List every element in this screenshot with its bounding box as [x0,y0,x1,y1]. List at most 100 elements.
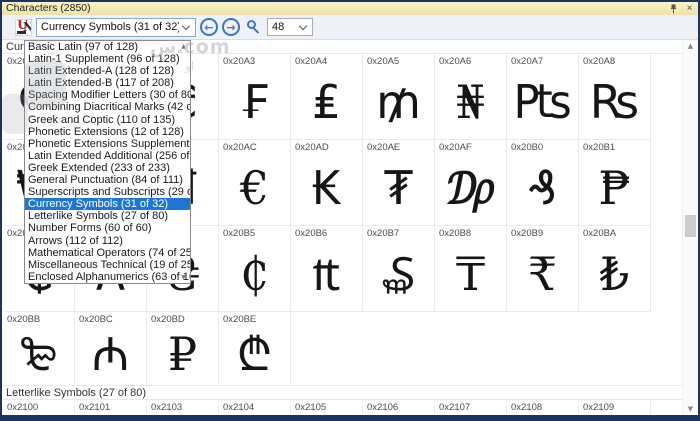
character-panel: Currency Symbols (31 of 32)0x20A0₠0x20A1… [2,40,698,415]
dropdown-option[interactable]: Arrows (112 of 112) [25,235,190,247]
vertical-scrollbar[interactable]: ▲ ▼ [682,40,698,415]
char-cell[interactable]: 0x20B9 ₹ [507,226,579,312]
char-glyph: ₹ [527,246,558,301]
char-cell[interactable]: 0x2101℁ [75,400,147,415]
char-glyph: ℀ [3,400,74,415]
char-glyph: ℃ [147,400,218,415]
char-cell[interactable]: 0x20AD ₭ [291,140,363,226]
dropdown-option[interactable]: Latin-1 Supplement (96 of 128) [25,53,190,65]
dropdown-scroll-up-icon[interactable]: ▲ [178,43,189,50]
row-filler [651,226,682,312]
dropdown-option[interactable]: Greek and Coptic (110 of 135) [25,114,190,126]
dropdown-option[interactable]: Latin Extended-A (128 of 128) [25,65,190,77]
char-glyph: ₥ [376,74,421,129]
row-filler [651,140,682,226]
char-cell[interactable]: 0x2104℄ [219,400,291,415]
char-cell[interactable]: 0x20B1 ₱ [579,140,651,226]
char-glyph: ℁ [75,400,146,415]
char-glyph: ₻ [20,326,57,381]
char-cell[interactable]: 0x2107ℇ [435,400,507,415]
char-cell[interactable]: 0x20A8 ₨ [579,54,651,140]
block-selector-value: Currency Symbols (31 of 32) [41,21,179,33]
dropdown-option[interactable]: Phonetic Extensions Supplement (3 of 64) [25,138,190,150]
titlebar-buttons: × [668,2,695,15]
dropdown-option[interactable]: Letterlike Symbols (27 of 80) [25,210,190,222]
back-button[interactable]: ← [200,18,218,36]
char-cell[interactable]: 0x2109℉ [579,400,651,415]
dropdown-option[interactable]: Currency Symbols (31 of 32) [25,198,190,211]
char-cell[interactable]: 0x2106℆ [363,400,435,415]
char-cell[interactable]: 0x2105℅ [291,400,363,415]
tool-window: Characters (2850) × U N Currency Symbols… [0,0,700,421]
char-cell[interactable]: 0x20A7 ₧ [507,54,579,140]
char-glyph: ₧ [513,74,572,129]
block-dropdown-list: ▲ ▼ Basic Latin (97 of 128) Latin-1 Suppl… [24,40,191,284]
char-glyph: ₼ [91,326,130,381]
char-glyph: ℈ [507,400,578,415]
char-cell[interactable]: 0x20BD ₽ [147,312,219,386]
char-glyph: ℉ [579,400,650,415]
scrollbar-thumb[interactable] [685,215,696,237]
char-cell[interactable]: 0x20B0 ₰ [507,140,579,226]
char-glyph: ₶ [312,246,341,301]
dropdown-option[interactable]: General Punctuation (84 of 111) [25,174,190,186]
scroll-down-icon[interactable]: ▼ [683,405,698,413]
char-glyph: ₸ [455,246,486,301]
char-cell[interactable]: 0x20B8 ₸ [435,226,507,312]
char-cell[interactable]: 0x20AF ₯ [435,140,507,226]
char-cell[interactable]: 0x20B6 ₶ [291,226,363,312]
char-cell[interactable]: 0x20A5 ₥ [363,54,435,140]
scroll-up-icon[interactable]: ▲ [683,42,698,50]
app-logo-icon: U N [15,18,32,36]
dropdown-option[interactable]: Spacing Modifier Letters (30 of 80) [25,89,190,101]
char-glyph: ₽ [167,326,198,381]
char-glyph: ₵ [239,246,270,301]
dropdown-option[interactable]: Latin Extended Additional (256 of 256) [25,150,190,162]
char-glyph: ₨ [589,74,640,129]
dropdown-option[interactable]: Basic Latin (97 of 128) [25,41,190,53]
char-cell[interactable]: 0x20A3 ₣ [219,54,291,140]
dropdown-option[interactable]: Phonetic Extensions (12 of 128) [25,126,190,138]
char-cell[interactable]: 0x20AC € [219,140,291,226]
chevron-down-icon [181,21,191,31]
row-filler [651,400,682,415]
titlebar: Characters (2850) × [2,2,698,15]
char-cell[interactable]: 0x20A4 ₤ [291,54,363,140]
forward-button[interactable]: → [222,18,240,36]
chevron-down-icon [298,21,308,31]
char-cell[interactable]: 0x20BE ₾ [219,312,291,386]
char-glyph: ₮ [383,160,414,215]
font-size-combobox[interactable]: 48 [267,18,313,36]
toolbar: U N Currency Symbols (31 of 32) ← → 48 [2,15,698,40]
char-cell[interactable]: 0x20AE ₮ [363,140,435,226]
char-cell[interactable]: 0x2103℃ [147,400,219,415]
row-filler [291,312,682,386]
dropdown-option[interactable]: Miscellaneous Technical (19 of 256) [25,259,190,271]
pin-icon[interactable] [668,3,679,14]
char-cell[interactable]: 0x20BB ₻ [3,312,75,386]
dropdown-option[interactable]: Latin Extended-B (117 of 208) [25,77,190,89]
window-title: Characters (2850) [6,2,91,14]
search-icon[interactable] [246,19,263,36]
dropdown-option[interactable]: Enclosed Alphanumerics (63 of 160) [25,271,190,283]
dropdown-option[interactable]: Greek Extended (233 of 233) [25,162,190,174]
dropdown-option[interactable]: Mathematical Operators (74 of 256) [25,247,190,259]
char-cell[interactable]: 0x20A6 ₦ [435,54,507,140]
close-icon[interactable]: × [684,3,695,14]
char-cell[interactable]: 0x20B7 ₷ [363,226,435,312]
char-cell[interactable]: 0x2100℀ [3,400,75,415]
char-glyph: ℄ [219,400,290,415]
grid-row: 0x20BB ₻ 0x20BC ₼ 0x20BD ₽0x20BE ₾ [3,312,682,386]
char-cell[interactable]: 0x20B5 ₵ [219,226,291,312]
char-glyph: ₭ [311,160,342,215]
dropdown-option[interactable]: Number Forms (60 of 60) [25,222,190,234]
dropdown-scroll-down-icon[interactable]: ▼ [178,274,189,281]
char-cell[interactable]: 0x20BA ₺ [579,226,651,312]
char-cell[interactable]: 0x2108℈ [507,400,579,415]
dropdown-option[interactable]: Superscripts and Subscripts (29 of 42) [25,186,190,198]
dropdown-option[interactable]: Combining Diacritical Marks (42 of 112) [25,101,190,113]
char-cell[interactable]: 0x20BC ₼ [75,312,147,386]
block-selector-combobox[interactable]: Currency Symbols (31 of 32) [36,17,196,37]
char-glyph: € [239,160,270,215]
char-glyph: ℇ [435,400,506,415]
